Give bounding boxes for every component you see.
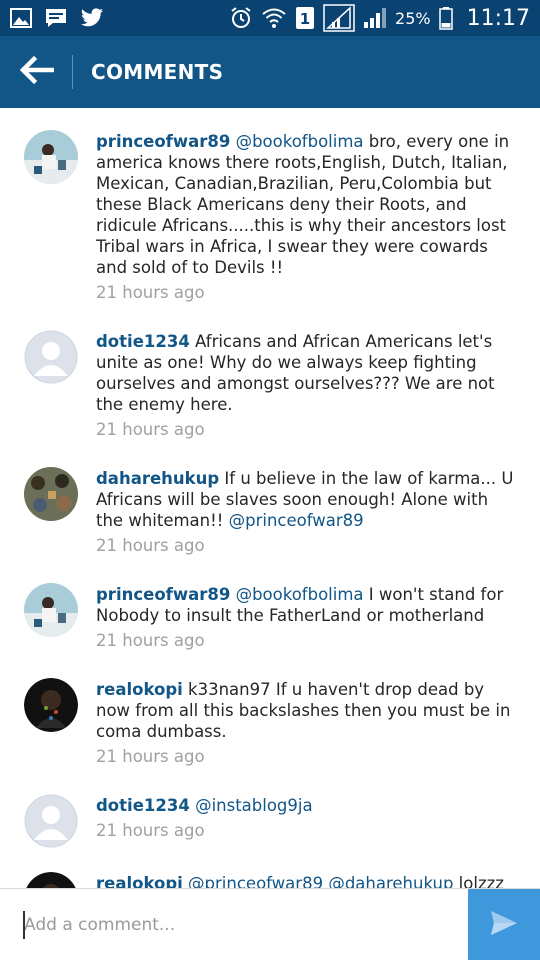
comment-input[interactable] xyxy=(0,889,468,960)
comment-body: daharehukup If u believe in the law of k… xyxy=(96,468,516,556)
wifi-icon xyxy=(261,6,287,30)
comment-text: bro, every one in america knows there ro… xyxy=(96,132,510,277)
comment-username[interactable]: princeofwar89 xyxy=(96,132,230,151)
avatar[interactable] xyxy=(24,330,78,384)
send-icon xyxy=(490,910,518,940)
comment-body: princeofwar89 @bookofbolima I won't stan… xyxy=(96,584,516,651)
comment-mention[interactable]: @princeofwar89 xyxy=(229,511,364,530)
comment-username[interactable]: dotie1234 xyxy=(96,796,190,815)
app-header: COMMENTS xyxy=(0,36,540,108)
gallery-icon xyxy=(10,6,32,30)
comment-body: princeofwar89 @bookofbolima bro, every o… xyxy=(96,131,516,303)
comment-username[interactable]: realokopi xyxy=(96,680,183,699)
signal-icon xyxy=(363,6,387,30)
twitter-icon xyxy=(80,6,104,30)
comment-timestamp: 21 hours ago xyxy=(96,283,205,302)
back-arrow-icon xyxy=(18,55,55,89)
comment-username[interactable]: realokopi xyxy=(96,874,183,888)
avatar[interactable] xyxy=(24,583,78,637)
comment-timestamp: 21 hours ago xyxy=(96,420,205,439)
battery-percentage: 25% xyxy=(395,8,431,28)
comment-body: dotie1234 @instablog9ja 21 hours ago xyxy=(96,795,516,841)
battery-icon xyxy=(438,6,453,30)
avatar[interactable] xyxy=(24,467,78,521)
comment-timestamp: 21 hours ago xyxy=(96,536,205,555)
comment-list[interactable]: princeofwar89 @bookofbolima bro, every o… xyxy=(0,108,540,888)
comment-mention[interactable]: @princeofwar89 @daharehukup xyxy=(188,874,453,888)
comment-mention[interactable]: @bookofbolima xyxy=(236,585,364,604)
back-button[interactable] xyxy=(0,36,72,108)
text-cursor xyxy=(23,911,25,939)
comment-mention[interactable]: @instablog9ja xyxy=(195,796,313,815)
comment-username[interactable]: princeofwar89 xyxy=(96,585,230,604)
send-button[interactable] xyxy=(468,889,540,960)
comment-username[interactable]: daharehukup xyxy=(96,469,219,488)
header-divider xyxy=(72,55,73,89)
comment-mention[interactable]: @bookofbolima xyxy=(236,132,364,151)
comment-input-bar xyxy=(0,888,540,960)
alarm-icon xyxy=(229,6,253,30)
avatar[interactable] xyxy=(24,794,78,848)
sim-icon: 1 xyxy=(295,6,315,30)
comment-timestamp: 21 hours ago xyxy=(96,631,205,650)
comment-body: realokopi @princeofwar89 @daharehukup lo… xyxy=(96,873,516,888)
avatar[interactable] xyxy=(24,678,78,732)
message-icon xyxy=(44,6,68,30)
comment-timestamp: 21 hours ago xyxy=(96,821,205,840)
comment-body: realokopi k33nan97 If u haven't drop dea… xyxy=(96,679,516,767)
status-bar: 1 25% 11:17 xyxy=(0,0,540,36)
comment-username[interactable]: dotie1234 xyxy=(96,332,190,351)
signal-icon xyxy=(323,4,355,32)
clock: 11:17 xyxy=(466,5,530,31)
comment-body: dotie1234 Africans and African Americans… xyxy=(96,331,516,440)
page-title: COMMENTS xyxy=(91,60,224,84)
avatar[interactable] xyxy=(24,872,78,888)
comment-text: lolzzz xyxy=(453,874,504,888)
comment-timestamp: 21 hours ago xyxy=(96,747,205,766)
avatar[interactable] xyxy=(24,130,78,184)
sim-slot-label: 1 xyxy=(300,10,310,28)
